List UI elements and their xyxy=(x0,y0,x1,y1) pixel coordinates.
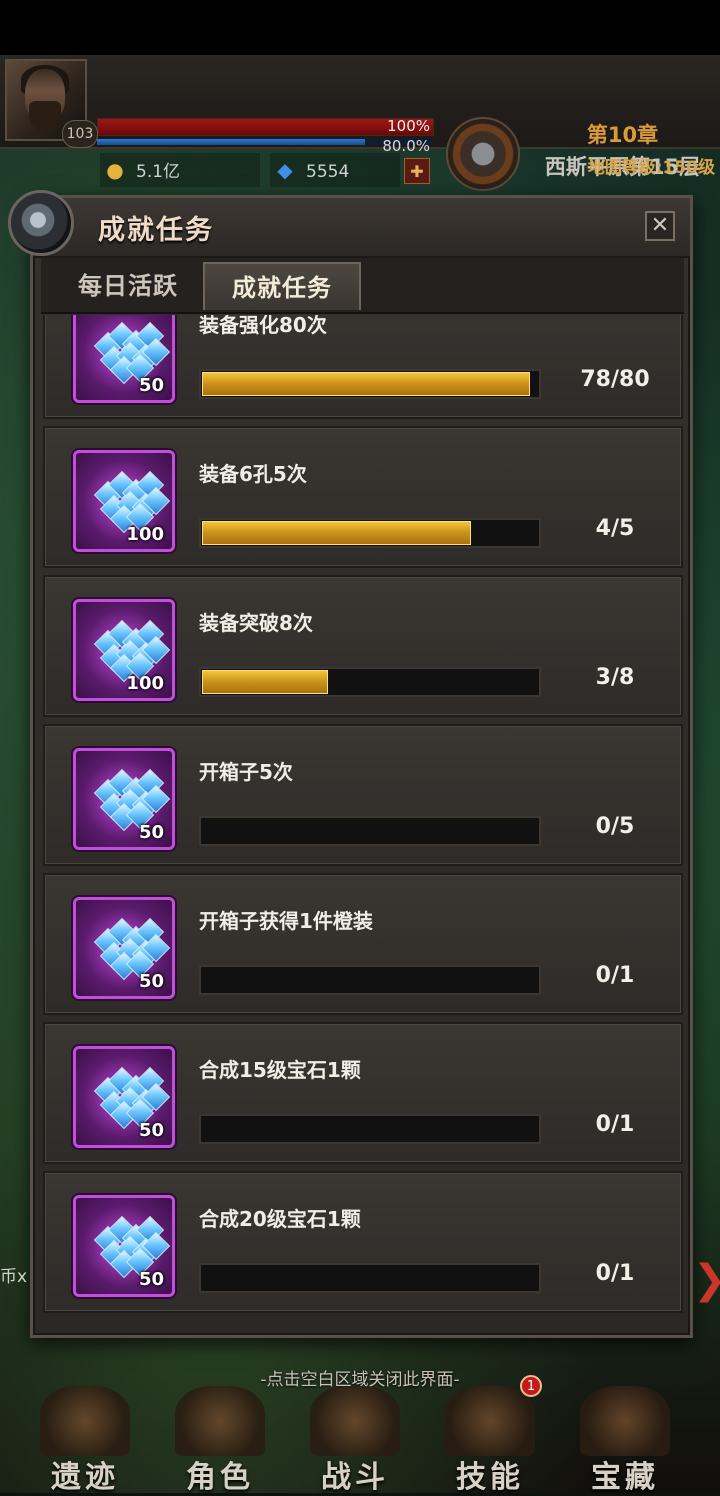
progress-count: 0/1 xyxy=(595,1112,635,1137)
progress-count: 3/8 xyxy=(595,665,635,690)
crystal-gems-icon[interactable]: 100 xyxy=(73,450,175,552)
modal-title: 成就任务 xyxy=(98,215,214,246)
gold-coin-icon: ● xyxy=(106,158,124,182)
chevron-right-icon[interactable]: ❯ xyxy=(693,1250,720,1310)
close-icon[interactable]: ✕ xyxy=(645,211,675,241)
achievement-item[interactable]: 50 合成20级宝石1颗 0/1 xyxy=(43,1171,683,1313)
achievement-list[interactable]: 50 装备强化80次 78/80 100 装备6孔5次 4/5 100 装备突破8次 3/8 50… xyxy=(43,315,683,1327)
task-name: 合成15级宝石1颗 xyxy=(199,1058,361,1082)
gem-pile xyxy=(90,614,171,683)
progress-bar xyxy=(199,1114,541,1144)
modal-header: 成就任务 ✕ xyxy=(33,198,690,258)
reward-quantity: 50 xyxy=(138,822,164,843)
nav-label: 宝藏 xyxy=(591,1460,659,1495)
left-side-text: 币x xyxy=(0,1267,28,1287)
progress-bar xyxy=(199,518,541,548)
tab-achievement[interactable]: 成就任务 xyxy=(203,262,361,310)
nav-art-icon xyxy=(445,1386,535,1456)
nav-art-icon xyxy=(580,1386,670,1456)
tab-bar: 每日活跃 成就任务 xyxy=(41,258,684,314)
crystal-gems-icon[interactable]: 50 xyxy=(73,315,175,403)
gold-amount: 5.1亿 xyxy=(136,162,181,182)
progress-count: 0/1 xyxy=(595,963,635,988)
gem-pile xyxy=(90,912,171,981)
nav-item[interactable]: 角色 xyxy=(155,1380,285,1495)
skill-badge: 1 xyxy=(520,1375,542,1397)
nav-art-icon xyxy=(310,1386,400,1456)
achievement-modal: 成就任务 ✕ 每日活跃 成就任务 50 装备强化80次 78/80 100 装备6孔5次… xyxy=(30,195,693,1338)
reward-quantity: 50 xyxy=(138,375,164,396)
achievement-item[interactable]: 50 合成15级宝石1颗 0/1 xyxy=(43,1022,683,1164)
crystal-gems-icon[interactable]: 50 xyxy=(73,748,175,850)
gold-resource: ● 5.1亿 xyxy=(100,153,260,187)
level-badge: 103 xyxy=(62,120,98,148)
nav-item[interactable]: 技能 xyxy=(425,1380,555,1495)
nav-label: 技能 xyxy=(456,1460,524,1495)
progress-fill xyxy=(202,521,471,545)
progress-bar xyxy=(199,816,541,846)
reward-quantity: 100 xyxy=(126,673,164,694)
reward-quantity: 50 xyxy=(138,971,164,992)
nav-label: 战斗 xyxy=(321,1460,389,1495)
gem-resource: ◆ 5554 xyxy=(270,153,400,187)
task-name: 合成20级宝石1颗 xyxy=(199,1207,361,1231)
nav-item[interactable]: 战斗 xyxy=(290,1380,420,1495)
crystal-gems-icon[interactable]: 50 xyxy=(73,1046,175,1148)
mp-bar-fill xyxy=(97,139,365,145)
progress-bar xyxy=(199,667,541,697)
task-name: 开箱子获得1件橙装 xyxy=(199,909,373,933)
crystal-gems-icon[interactable]: 100 xyxy=(73,599,175,701)
progress-count: 4/5 xyxy=(595,516,635,541)
progress-bar xyxy=(199,1263,541,1293)
hp-percent: 100% xyxy=(387,117,430,135)
achievement-item[interactable]: 100 装备突破8次 3/8 xyxy=(43,575,683,717)
chapter-label: 第10章 xyxy=(586,123,659,147)
achievement-item[interactable]: 50 装备强化80次 78/80 xyxy=(43,315,683,419)
progress-bar xyxy=(199,965,541,995)
progress-count: 0/1 xyxy=(595,1261,635,1286)
task-name: 装备强化80次 xyxy=(199,315,327,337)
gem-pile xyxy=(90,1061,171,1130)
blue-gem-icon: ◆ xyxy=(277,158,293,182)
nav-label: 角色 xyxy=(186,1460,254,1495)
gem-pile xyxy=(90,316,171,385)
nav-item[interactable]: 宝藏 xyxy=(560,1380,690,1495)
tab-daily-activity[interactable]: 每日活跃 xyxy=(53,262,203,310)
task-name: 装备突破8次 xyxy=(199,611,313,635)
nav-label: 遗迹 xyxy=(51,1460,119,1495)
nav-art-icon xyxy=(175,1386,265,1456)
progress-bar xyxy=(199,369,541,399)
reward-quantity: 50 xyxy=(138,1120,164,1141)
progress-fill xyxy=(202,372,530,396)
achievement-item[interactable]: 50 开箱子获得1件橙装 0/1 xyxy=(43,873,683,1015)
gem-pile xyxy=(90,1210,171,1279)
achievement-item[interactable]: 50 开箱子5次 0/5 xyxy=(43,724,683,866)
progress-count: 78/80 xyxy=(580,367,650,392)
gem-pile xyxy=(90,465,171,534)
reward-quantity: 50 xyxy=(138,1269,164,1290)
add-resource-button[interactable]: ✚ xyxy=(404,158,430,184)
gem-amount: 5554 xyxy=(306,162,350,182)
gem-pile xyxy=(90,763,171,832)
crystal-gems-icon[interactable]: 50 xyxy=(73,1195,175,1297)
progress-fill xyxy=(202,670,328,694)
map-level-info: 地图等级:150级 xyxy=(587,158,715,178)
avatar-beard xyxy=(29,101,61,131)
map-compass-icon[interactable] xyxy=(446,117,520,191)
top-hud: 100% 80.0% ● 5.1亿 ◆ 5554 ✚ 第10章 西斯平原第15层 xyxy=(0,55,720,191)
task-name: 开箱子5次 xyxy=(199,760,293,784)
bottom-nav: 遗迹 角色 战斗 技能 宝藏 xyxy=(0,1380,720,1495)
nav-art-icon xyxy=(40,1386,130,1456)
task-name: 装备6孔5次 xyxy=(199,462,307,486)
nav-item[interactable]: 遗迹 xyxy=(20,1380,150,1495)
status-bar-black xyxy=(0,0,720,55)
reward-quantity: 100 xyxy=(126,524,164,545)
achievement-item[interactable]: 100 装备6孔5次 4/5 xyxy=(43,426,683,568)
crystal-gems-icon[interactable]: 50 xyxy=(73,897,175,999)
progress-count: 0/5 xyxy=(595,814,635,839)
achievement-emblem-icon xyxy=(8,190,74,256)
